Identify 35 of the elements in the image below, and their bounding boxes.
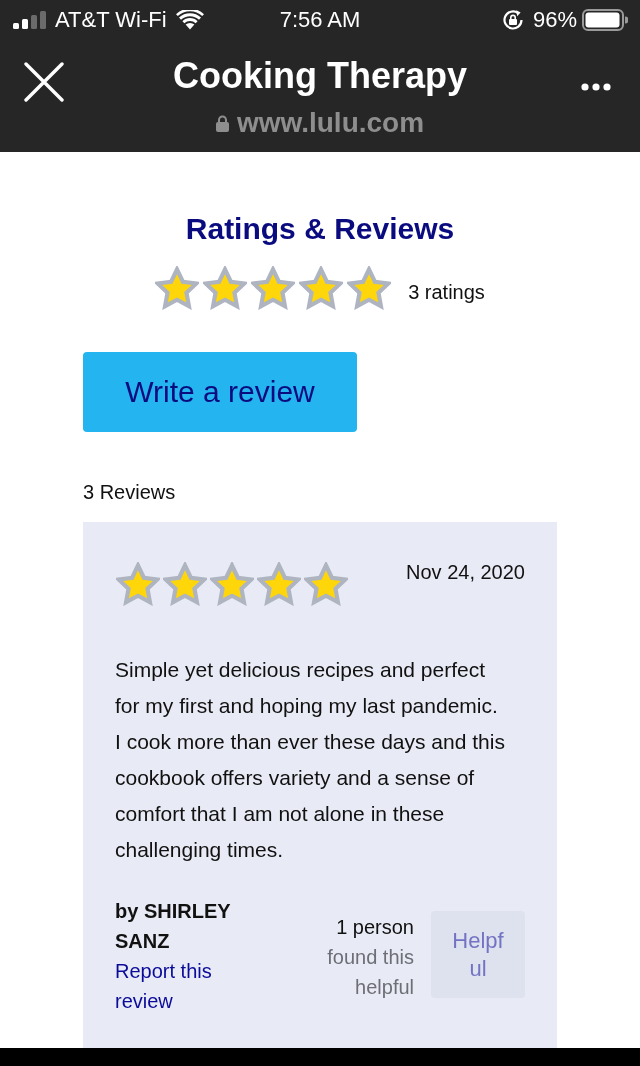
review-date: Nov 24, 2020 bbox=[406, 560, 525, 585]
star-icon bbox=[304, 562, 348, 606]
star-icon bbox=[251, 266, 296, 310]
report-review-link[interactable]: Report this review bbox=[115, 956, 255, 1016]
review-author: by SHIRLEY SANZ bbox=[115, 899, 232, 954]
write-review-button[interactable]: Write a review bbox=[83, 352, 357, 432]
orientation-lock-icon bbox=[500, 8, 525, 32]
helpful-note: found this helpful bbox=[326, 945, 414, 1000]
wifi-icon bbox=[175, 10, 204, 30]
star-icon bbox=[155, 266, 200, 310]
section-heading: Ratings & Reviews bbox=[184, 211, 456, 247]
star-icon bbox=[116, 562, 160, 606]
reviews-count: 3 Reviews bbox=[83, 480, 177, 505]
page-title: Cooking Therapy bbox=[173, 54, 467, 98]
star-icon bbox=[210, 562, 254, 606]
battery-percentage: 96% bbox=[532, 7, 577, 33]
rating-count: 3 ratings bbox=[408, 280, 485, 305]
star-icon bbox=[257, 562, 301, 606]
more-icon bbox=[581, 83, 611, 91]
battery-icon bbox=[582, 9, 628, 31]
star-icon bbox=[347, 266, 392, 310]
clock-time: 7:56 AM bbox=[278, 7, 362, 33]
carrier-name: AT&T Wi-Fi bbox=[55, 7, 167, 33]
more-options-button[interactable] bbox=[581, 82, 611, 92]
helpful-button[interactable]: Helpful bbox=[431, 911, 525, 998]
signal-icon bbox=[13, 11, 46, 29]
close-icon bbox=[24, 62, 64, 102]
lock-icon bbox=[215, 114, 229, 132]
star-icon bbox=[203, 266, 248, 310]
star-icon bbox=[163, 562, 207, 606]
helpful-count: 1 person bbox=[336, 915, 414, 940]
star-icon bbox=[299, 266, 344, 310]
page-url: www.lulu.com bbox=[236, 106, 425, 140]
review-text: Simple yet delicious recipes and perfect for my first and hoping my last pandemic. I cook more than ever these days and this cookbook offers variety and a sense of comfort that I am not alone in these challenging times. bbox=[115, 657, 506, 863]
close-button[interactable] bbox=[24, 62, 64, 102]
